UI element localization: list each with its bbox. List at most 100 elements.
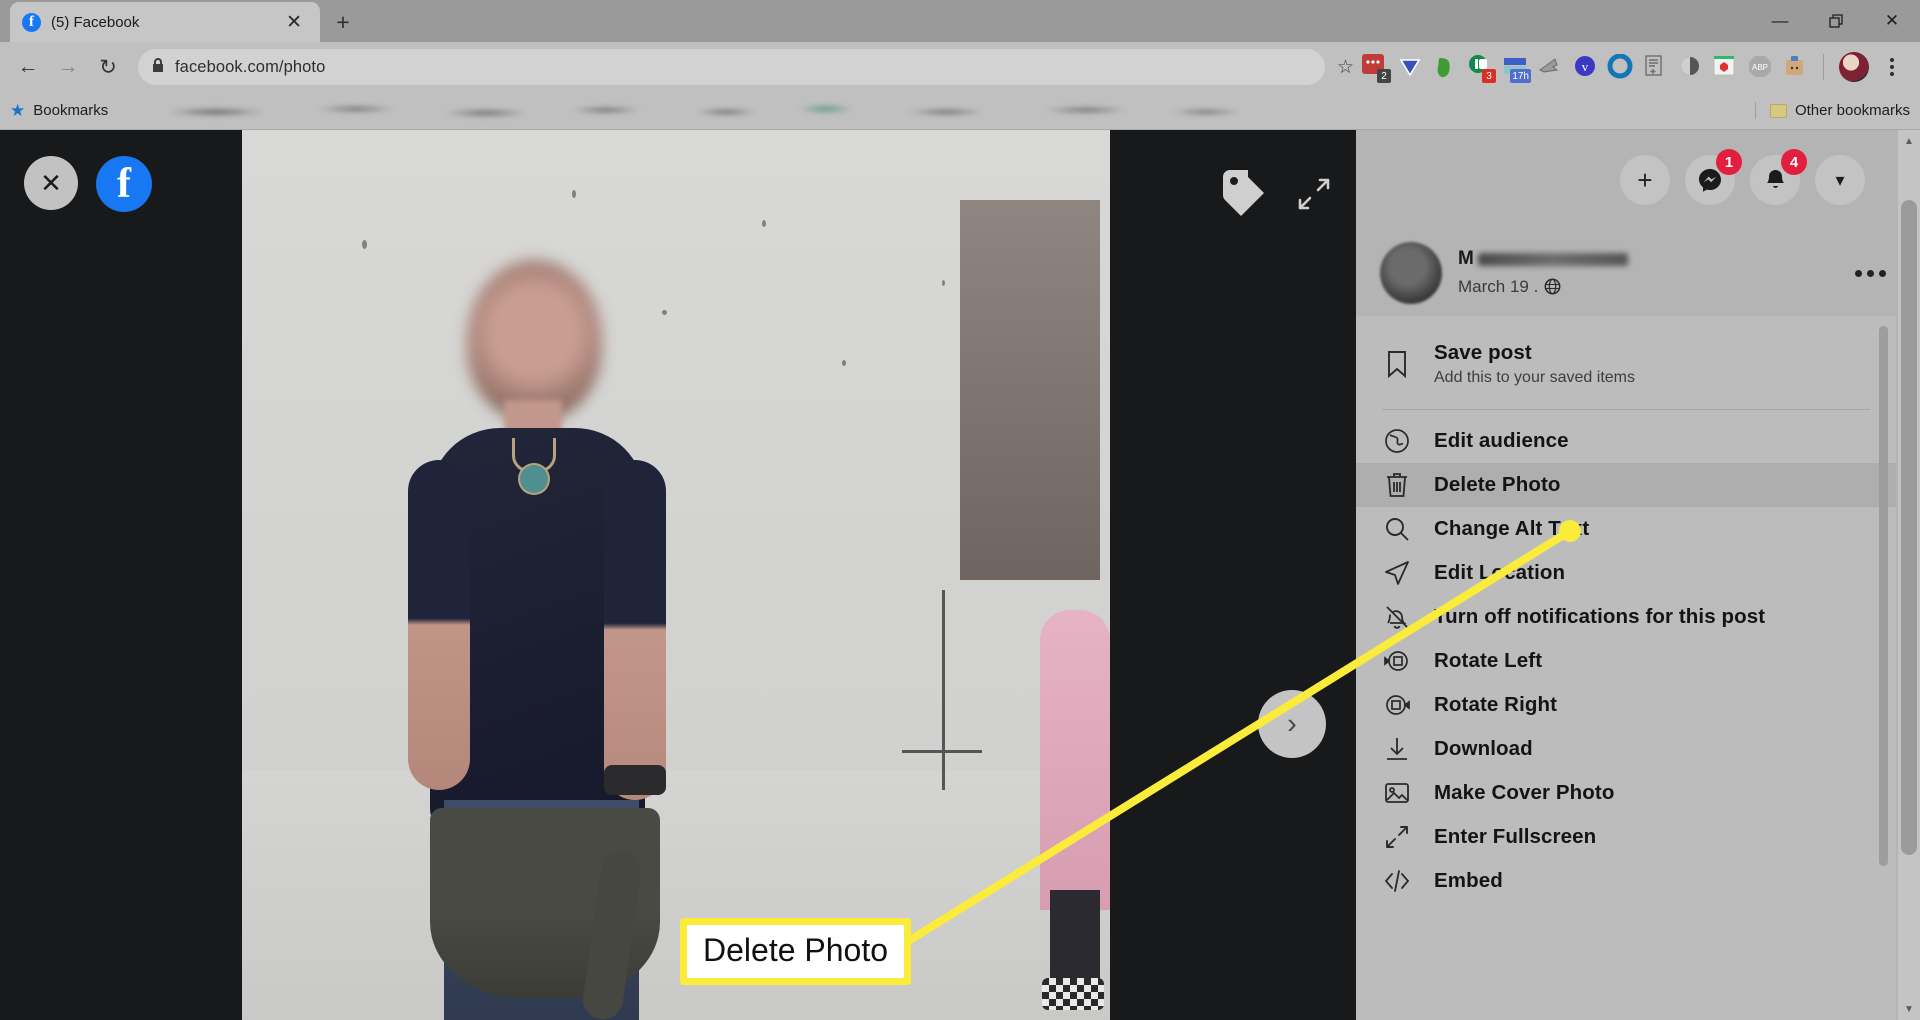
browser-tab[interactable]: f (5) Facebook ✕: [10, 2, 320, 42]
bookmark-items-blurred[interactable]: [126, 95, 1747, 126]
extension-badge: 17h: [1510, 69, 1531, 83]
menu-item-download[interactable]: Download: [1356, 727, 1896, 771]
post-sidebar: s − − y + 1 4 ▾: [1356, 130, 1920, 1020]
tag-icon[interactable]: [1218, 166, 1274, 216]
menu-item-edit-audience[interactable]: Edit audience: [1356, 419, 1896, 463]
moon-extension[interactable]: [1677, 54, 1703, 80]
plus-icon: +: [1637, 164, 1653, 195]
menu-divider: [1382, 409, 1870, 410]
extension-icons: 2 3 17h v ABP: [1362, 52, 1910, 83]
forward-icon[interactable]: →: [50, 49, 86, 85]
toolbar-divider: [1823, 54, 1824, 80]
notifications-badge: 4: [1781, 149, 1807, 175]
circle-extension[interactable]: [1607, 53, 1633, 80]
profile-avatar[interactable]: [1839, 52, 1869, 82]
download-icon: [1382, 734, 1412, 764]
maximize-icon[interactable]: [1808, 0, 1864, 42]
window-controls: — ✕: [1752, 0, 1920, 42]
menu-item-label: Change Alt Text: [1434, 517, 1590, 540]
close-viewer-button[interactable]: ✕: [24, 156, 78, 210]
page-scrollbar[interactable]: ▲ ▼: [1898, 130, 1920, 1020]
post-header: M March 19 .: [1356, 230, 1920, 316]
menu-item-rotate-left[interactable]: Rotate Left: [1356, 639, 1896, 683]
ghostery-extension[interactable]: [1712, 54, 1738, 80]
vimeo-extension[interactable]: v: [1572, 54, 1598, 80]
toggl-extension[interactable]: 17h: [1502, 54, 1531, 83]
menu-item-embed[interactable]: Embed: [1356, 859, 1896, 903]
post-options-button[interactable]: [1845, 260, 1896, 287]
facebook-icon: f: [22, 12, 41, 32]
bookmark-icon: [1382, 349, 1412, 379]
photo-image: [242, 130, 1110, 1020]
menu-item-change-alt-text[interactable]: Change Alt Text: [1356, 507, 1896, 551]
globe-icon: [1382, 426, 1412, 456]
avatar[interactable]: [1380, 242, 1442, 304]
honey-extension[interactable]: [1782, 54, 1808, 80]
evernote-extension[interactable]: [1432, 54, 1458, 80]
notes-extension[interactable]: [1642, 54, 1668, 80]
chevron-down-icon: ▾: [1835, 169, 1845, 190]
rotate-right-icon: [1382, 690, 1412, 720]
scrollbar-thumb[interactable]: [1901, 200, 1917, 855]
chrome-menu-icon[interactable]: [1878, 58, 1906, 76]
url-text: facebook.com/photo: [175, 57, 326, 76]
bookmarks-bar: ★ Bookmarks Other bookmarks: [0, 92, 1920, 130]
pocket-extension[interactable]: 2: [1362, 54, 1391, 83]
browser-window: f (5) Facebook ✕ + — ✕ ← → ↻ facebook.co…: [0, 0, 1920, 1020]
menu-scrollbar[interactable]: [1879, 326, 1888, 866]
code-icon: [1382, 866, 1412, 896]
location-arrow-icon: [1382, 558, 1412, 588]
image-icon: [1382, 778, 1412, 808]
svg-text:ABP: ABP: [1752, 63, 1768, 72]
tab-title: (5) Facebook: [51, 13, 140, 31]
menu-item-label: Rotate Left: [1434, 649, 1543, 672]
post-author-initial: M: [1458, 248, 1474, 269]
lastpass-extension[interactable]: 3: [1467, 54, 1496, 83]
menu-item-rotate-right[interactable]: Rotate Right: [1356, 683, 1896, 727]
post-author: M: [1458, 248, 1829, 269]
next-photo-button[interactable]: ›: [1258, 690, 1326, 758]
post-options-menu: Save post Add this to your saved items E…: [1356, 316, 1896, 1020]
close-icon[interactable]: ✕: [1864, 0, 1920, 42]
grammarly-extension[interactable]: [1537, 54, 1563, 80]
other-bookmarks-button[interactable]: Other bookmarks: [1754, 102, 1910, 119]
menu-item-label: Embed: [1434, 869, 1503, 892]
photo-person: [392, 250, 692, 1020]
facebook-logo-button[interactable]: f: [96, 156, 152, 212]
menu-item-save-post[interactable]: Save post Add this to your saved items: [1356, 328, 1896, 400]
menu-item-make-cover-photo[interactable]: Make Cover Photo: [1356, 771, 1896, 815]
post-date: March 19 .: [1458, 276, 1539, 296]
back-icon[interactable]: ←: [10, 49, 46, 85]
menu-item-turn-off-notifications[interactable]: Turn off notifications for this post: [1356, 595, 1896, 639]
bookmark-star-icon[interactable]: ☆: [1337, 56, 1354, 79]
address-bar[interactable]: facebook.com/photo: [138, 49, 1325, 85]
close-icon[interactable]: ✕: [280, 13, 308, 32]
notifications-button[interactable]: 4: [1750, 149, 1807, 205]
svg-text:v: v: [1582, 59, 1589, 74]
new-tab-button[interactable]: +: [326, 5, 360, 39]
folder-icon: [1769, 103, 1787, 118]
rotate-left-icon: [1382, 646, 1412, 676]
account-menu-button[interactable]: ▾: [1815, 155, 1865, 205]
messenger-badge: 1: [1716, 149, 1742, 175]
menu-item-edit-location[interactable]: Edit Location: [1356, 551, 1896, 595]
menu-item-label: Download: [1434, 737, 1533, 760]
create-button[interactable]: +: [1620, 155, 1670, 205]
bookmark-item-bookmarks[interactable]: Bookmarks: [33, 102, 108, 119]
bell-icon: [1766, 169, 1784, 188]
adblock-plus-extension[interactable]: ABP: [1747, 54, 1773, 80]
post-date-row: March 19 .: [1458, 277, 1829, 297]
scroll-down-arrow-icon[interactable]: ▼: [1898, 998, 1920, 1020]
minimize-icon[interactable]: —: [1752, 0, 1808, 42]
menu-item-label: Save post: [1434, 341, 1532, 364]
menu-item-sublabel: Add this to your saved items: [1434, 369, 1635, 386]
menu-item-enter-fullscreen[interactable]: Enter Fullscreen: [1356, 815, 1896, 859]
photo-viewer-stage: ✕ f ›: [0, 130, 1356, 1020]
diamond-extension[interactable]: [1397, 54, 1423, 80]
reload-icon[interactable]: ↻: [90, 49, 126, 85]
expand-icon[interactable]: [1290, 170, 1338, 218]
scroll-up-arrow-icon[interactable]: ▲: [1898, 130, 1920, 152]
menu-item-delete-photo[interactable]: Delete Photo: [1356, 463, 1896, 507]
messenger-button[interactable]: 1: [1685, 149, 1742, 205]
menu-item-label: Delete Photo: [1434, 473, 1561, 496]
